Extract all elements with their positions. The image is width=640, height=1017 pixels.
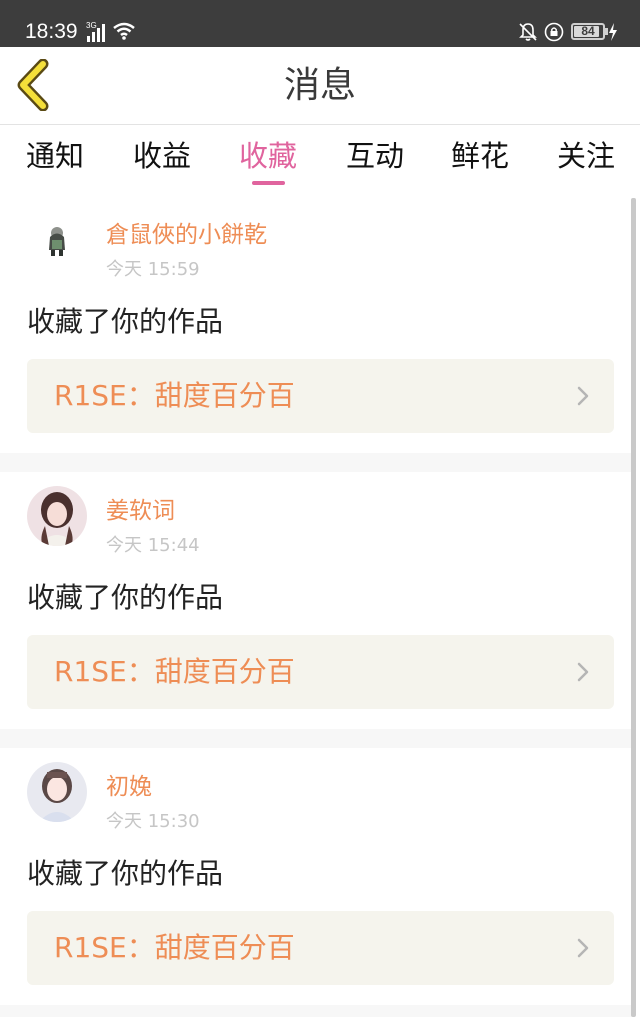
chevron-right-icon [577,938,589,958]
tab-earnings[interactable]: 收益 [133,136,191,176]
work-title: R1SE：甜度百分百 [54,379,295,412]
username[interactable]: 初婏 [106,772,152,802]
status-bar: 18:39 3G 84 [0,0,640,47]
bell-muted-icon [519,23,537,41]
avatar[interactable] [27,486,87,546]
page-title: 消息 [283,65,356,106]
status-time: 18:39 [25,20,78,43]
signal-icon [87,24,105,42]
avatar[interactable] [27,762,87,822]
message-card: 初婏 今天 15:30 收藏了你的作品 R1SE：甜度百分百 [0,748,632,1005]
tab-bar: 通知 收益 收藏 互动 鲜花 关注 [0,126,640,196]
action-text: 收藏了你的作品 [27,305,224,338]
charging-icon [609,23,617,41]
wifi-icon [113,22,135,40]
avatar[interactable] [27,210,87,270]
divider [0,1005,632,1017]
work-title: R1SE：甜度百分百 [54,931,295,964]
action-text: 收藏了你的作品 [27,857,224,890]
message-card: 姜软词 今天 15:44 收藏了你的作品 R1SE：甜度百分百 [0,472,632,729]
work-link[interactable]: R1SE：甜度百分百 [27,635,614,709]
scrollbar[interactable] [631,198,636,1017]
tab-flowers[interactable]: 鲜花 [451,136,509,176]
rotation-lock-icon [544,22,564,42]
work-title: R1SE：甜度百分百 [54,655,295,688]
battery-percent: 84 [581,24,595,38]
tab-notifications[interactable]: 通知 [26,136,84,176]
active-tab-indicator [252,181,285,185]
chevron-right-icon [577,662,589,682]
battery-icon: 84 [571,23,605,40]
tab-favorites[interactable]: 收藏 [239,136,297,176]
username[interactable]: 倉鼠俠的小餅乾 [106,220,267,250]
username[interactable]: 姜软词 [106,496,175,526]
chevron-right-icon [577,386,589,406]
divider [0,729,632,748]
message-feed[interactable]: 倉鼠俠的小餅乾 今天 15:59 收藏了你的作品 R1SE：甜度百分百 姜软词 … [0,196,640,1017]
timestamp: 今天 15:30 [106,811,200,832]
work-link[interactable]: R1SE：甜度百分百 [27,911,614,985]
message-card: 倉鼠俠的小餅乾 今天 15:59 收藏了你的作品 R1SE：甜度百分百 [0,196,632,453]
timestamp: 今天 15:59 [106,259,200,280]
timestamp: 今天 15:44 [106,535,200,556]
divider [0,453,632,472]
header: 消息 [0,47,640,125]
action-text: 收藏了你的作品 [27,581,224,614]
tab-following[interactable]: 关注 [557,136,615,176]
tab-interactions[interactable]: 互动 [346,136,404,176]
work-link[interactable]: R1SE：甜度百分百 [27,359,614,433]
